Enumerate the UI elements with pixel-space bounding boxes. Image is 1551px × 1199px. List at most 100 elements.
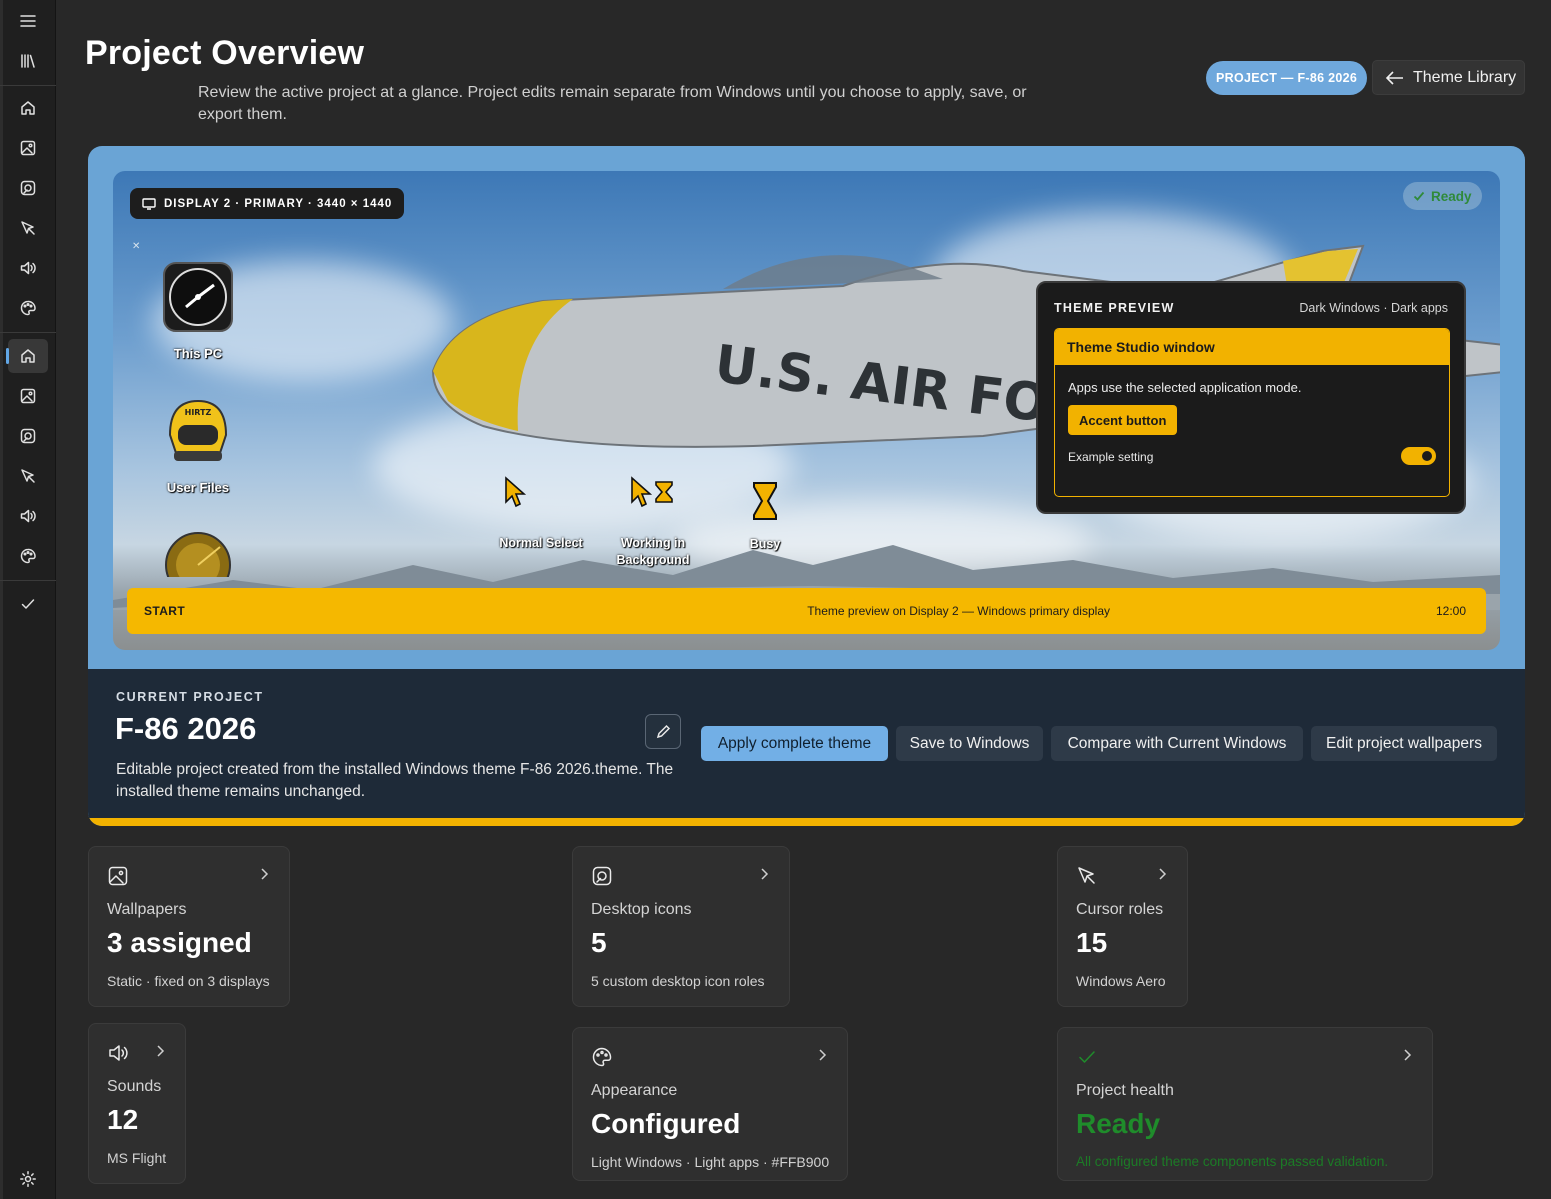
nav-wallpapers[interactable] xyxy=(8,131,48,165)
current-project-name: F-86 2026 xyxy=(115,711,257,746)
compare-windows-button[interactable]: Compare with Current Windows xyxy=(1051,726,1303,761)
desktop-icons-card[interactable]: Desktop icons 5 5 custom desktop icon ro… xyxy=(572,846,790,1007)
example-setting-toggle[interactable] xyxy=(1401,447,1436,465)
wallpapers-card[interactable]: Wallpapers 3 assigned Static · fixed on … xyxy=(88,846,290,1007)
card-detail: Static · fixed on 3 displays xyxy=(107,973,270,989)
radar-icon xyxy=(165,532,231,598)
chevron-right-icon xyxy=(260,867,272,883)
home-icon xyxy=(21,101,35,115)
save-to-windows-button[interactable]: Save to Windows xyxy=(896,726,1043,761)
project-badge[interactable]: PROJECT — F-86 2026 xyxy=(1206,61,1368,95)
theme-preview-body-text: Apps use the selected application mode. xyxy=(1068,380,1302,395)
home-icon xyxy=(21,349,35,363)
apply-theme-button[interactable]: Apply complete theme xyxy=(701,726,888,761)
palette-icon xyxy=(20,548,36,564)
cursor-roles-card[interactable]: Cursor roles 15 Windows Aero xyxy=(1057,846,1188,1007)
preview-status-label: Ready xyxy=(1431,188,1472,204)
rename-project-button[interactable] xyxy=(645,714,681,749)
menu-icon xyxy=(20,15,36,27)
cursor-busy: Busy xyxy=(723,481,807,553)
palette-icon xyxy=(591,1046,613,1068)
working-cursor-icon xyxy=(631,476,673,508)
settings-icon xyxy=(20,1171,36,1187)
card-value: 15 xyxy=(1076,927,1108,958)
card-category: Wallpapers xyxy=(107,901,187,918)
nav-wallpapers-secondary[interactable] xyxy=(8,379,48,413)
card-category: Project health xyxy=(1076,1082,1174,1099)
card-value: 3 assigned xyxy=(107,927,252,958)
nav-appearance[interactable] xyxy=(8,291,48,325)
card-detail: Light Windows · Light apps · #FFB900 xyxy=(591,1154,830,1170)
nav-desktop-icons[interactable] xyxy=(8,171,48,205)
nav-settings[interactable] xyxy=(8,1162,48,1196)
pencil-icon xyxy=(656,724,670,739)
card-category: Appearance xyxy=(591,1082,678,1099)
project-health-card[interactable]: Project health Ready All configured them… xyxy=(1057,1027,1433,1181)
card-detail: All configured theme components passed v… xyxy=(1076,1154,1389,1169)
theme-preview-panel: THEME PREVIEW Dark Windows · Dark apps T… xyxy=(1036,281,1466,514)
sounds-card[interactable]: Sounds 12 MS Flight xyxy=(88,1023,186,1184)
desktop-icon-this-pc[interactable]: This PC xyxy=(143,259,253,361)
example-setting-label: Example setting xyxy=(1068,450,1154,464)
desktop-icon-label: This PC xyxy=(173,346,223,361)
desktop-icons-icon xyxy=(20,428,36,444)
chevron-right-icon xyxy=(156,1044,168,1060)
display-chip: DISPLAY 2 · PRIMARY · 3440 × 1440 xyxy=(130,188,405,219)
card-value: 12 xyxy=(107,1104,139,1135)
nav-cursors-secondary[interactable] xyxy=(8,459,48,493)
card-detail: 5 custom desktop icon roles xyxy=(591,973,765,989)
nav-desktop-icons-secondary[interactable] xyxy=(8,419,48,453)
check-icon xyxy=(1413,191,1425,201)
current-project-panel: CURRENT PROJECT F-86 2026 Editable proje… xyxy=(88,669,1525,818)
appearance-card[interactable]: Appearance Configured Light Windows · Li… xyxy=(572,1027,848,1181)
desktop-icon-radar[interactable] xyxy=(143,527,253,598)
nav-sounds[interactable] xyxy=(8,251,48,285)
check-icon xyxy=(21,599,35,609)
nav-cursors[interactable] xyxy=(8,211,48,245)
helmet-icon: HIRTZ xyxy=(168,399,228,461)
nav-validation[interactable] xyxy=(8,587,48,621)
current-project-description: Editable project created from the instal… xyxy=(116,761,674,800)
theme-preview-window-title: Theme Studio window xyxy=(1055,329,1449,365)
accent-button[interactable]: Accent button xyxy=(1068,405,1178,435)
monitor-icon xyxy=(142,197,156,210)
rail-separator xyxy=(0,580,56,581)
nav-sounds-secondary[interactable] xyxy=(8,499,48,533)
rail-separator xyxy=(0,85,56,86)
theme-library-button[interactable]: Theme Library xyxy=(1372,60,1525,95)
check-icon xyxy=(1076,1046,1098,1068)
rail-separator xyxy=(0,332,56,333)
card-detail: Windows Aero xyxy=(1076,973,1166,989)
card-category: Sounds xyxy=(107,1078,162,1095)
nav-home[interactable] xyxy=(8,91,48,125)
desktop-icon-user-files[interactable]: HIRTZ User Files xyxy=(143,393,253,495)
arrow-cursor-icon xyxy=(505,476,527,508)
card-value: 5 xyxy=(591,927,607,958)
palette-icon xyxy=(20,300,36,316)
display-chip-label: DISPLAY 2 · PRIMARY · 3440 × 1440 xyxy=(164,197,393,210)
cursor-icon xyxy=(21,469,35,483)
desktop-icon-label: User Files xyxy=(166,480,230,495)
cursor-label: Busy xyxy=(749,537,781,551)
card-category: Cursor roles xyxy=(1076,901,1164,918)
cursor-icon xyxy=(21,221,35,235)
nav-home-secondary[interactable] xyxy=(6,339,48,373)
menu-button[interactable] xyxy=(8,4,48,38)
display-preview: U.S. AIR FORCE DISPLAY 2 · PRIMARY · 344… xyxy=(113,171,1500,650)
sound-icon xyxy=(20,509,36,523)
hourglass-cursor-icon xyxy=(753,482,777,520)
nav-appearance-secondary[interactable] xyxy=(8,539,48,573)
wallpaper-icon xyxy=(107,865,129,887)
nav-library[interactable] xyxy=(8,44,48,78)
cursor-label: Normal Select xyxy=(499,536,583,550)
edit-wallpapers-button[interactable]: Edit project wallpapers xyxy=(1311,726,1497,761)
theme-preview-window: Theme Studio window Apps use the selecte… xyxy=(1054,328,1450,497)
svg-text:HIRTZ: HIRTZ xyxy=(185,408,212,417)
card-detail: MS Flight xyxy=(107,1150,167,1166)
rail-edge xyxy=(0,0,3,1199)
taskbar-caption: Theme preview on Display 2 — Windows pri… xyxy=(807,604,1110,618)
chevron-right-icon xyxy=(760,867,772,883)
theme-preview-mode: Dark Windows · Dark apps xyxy=(1299,301,1448,315)
theme-preview-heading: THEME PREVIEW xyxy=(1054,301,1175,315)
project-hero: U.S. AIR FORCE DISPLAY 2 · PRIMARY · 344… xyxy=(88,146,1525,826)
